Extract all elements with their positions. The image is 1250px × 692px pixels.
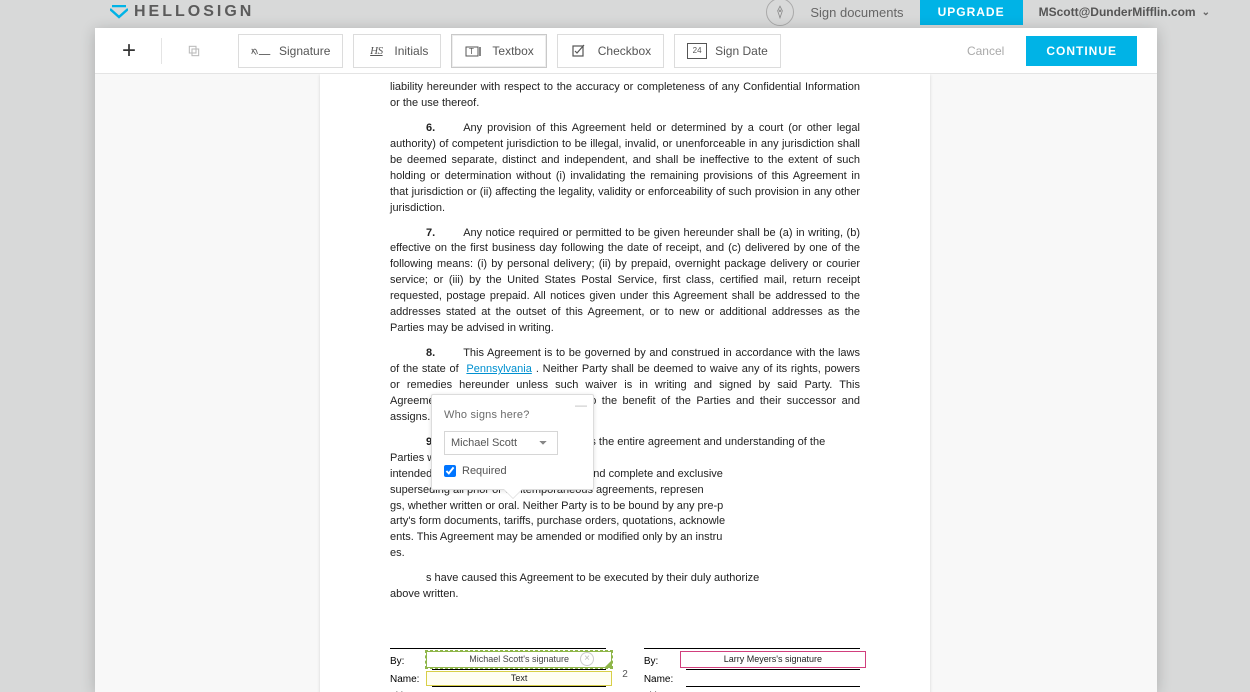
tool-signature[interactable]: Signature [238,34,343,68]
svg-text:T: T [469,47,474,56]
signer-left-column: By: Michael Scott's signature × Name: Te… [390,635,606,692]
checkbox-icon [570,43,590,59]
editor-toolbar: + Signature HS Initials T Textbox Ch [95,28,1157,74]
sign-documents-label[interactable]: Sign documents [810,5,903,20]
toolbar-divider [161,38,162,64]
tool-signature-label: Signature [279,44,330,58]
signature-field-larry[interactable]: Larry Meyers's signature [680,651,866,668]
app-topbar: HELLOSIGN Sign documents UPGRADE MScott@… [0,0,1250,24]
tool-sign-date[interactable]: 24 Sign Date [674,34,781,68]
initials-icon: HS [366,43,386,59]
popover-tail-icon [504,489,522,498]
pen-nib-icon [766,0,794,26]
signature-row: By: Michael Scott's signature × Name: Te… [390,635,860,692]
para-witness: s have caused this Agreement to be execu… [390,571,860,603]
layers-icon[interactable] [180,37,208,65]
close-icon[interactable]: — [575,398,587,412]
document-canvas[interactable]: liability hereunder with respect to the … [95,74,1157,692]
signer-right-column: By: Larry Meyers's signature Name: Title… [644,635,860,692]
upgrade-button[interactable]: UPGRADE [920,0,1023,25]
document-page: liability hereunder with respect to the … [320,74,930,692]
state-field[interactable]: Pennsylvania [462,363,535,375]
para-7: 7.Any notice required or permitted to be… [390,226,860,338]
tool-sign-date-label: Sign Date [715,44,768,58]
signer-select[interactable]: Michael Scott [444,431,558,455]
signer-popover: — Who signs here? Michael Scott Required [431,394,594,490]
tool-initials[interactable]: HS Initials [353,34,441,68]
editor-window: + Signature HS Initials T Textbox Ch [95,28,1157,692]
tool-checkbox[interactable]: Checkbox [557,34,664,68]
brand-logo: HELLOSIGN [110,3,254,21]
calendar-icon: 24 [687,43,707,59]
para-6: 6.Any provision of this Agreement held o… [390,121,860,217]
tool-checkbox-label: Checkbox [598,44,651,58]
textbox-icon: T [464,43,484,59]
cancel-button[interactable]: Cancel [967,44,1004,58]
tool-textbox[interactable]: T Textbox [451,34,546,68]
brand-name: HELLOSIGN [134,3,254,21]
signature-icon [251,43,271,59]
logo-icon [110,5,128,19]
add-button[interactable]: + [115,37,143,65]
page-number: 2 [320,668,930,683]
tool-initials-label: Initials [394,44,428,58]
chevron-down-icon: ⌄ [1202,7,1210,18]
user-menu[interactable]: MScott@DunderMifflin.com ⌄ [1039,5,1210,19]
continue-button[interactable]: CONTINUE [1026,36,1137,66]
user-email: MScott@DunderMifflin.com [1039,5,1196,19]
required-checkbox[interactable] [444,465,456,477]
required-row: Required [444,465,581,477]
tool-textbox-label: Textbox [492,44,533,58]
popover-title: Who signs here? [444,409,581,421]
required-label: Required [462,465,507,477]
para-intro-tail: liability hereunder with respect to the … [390,80,860,112]
